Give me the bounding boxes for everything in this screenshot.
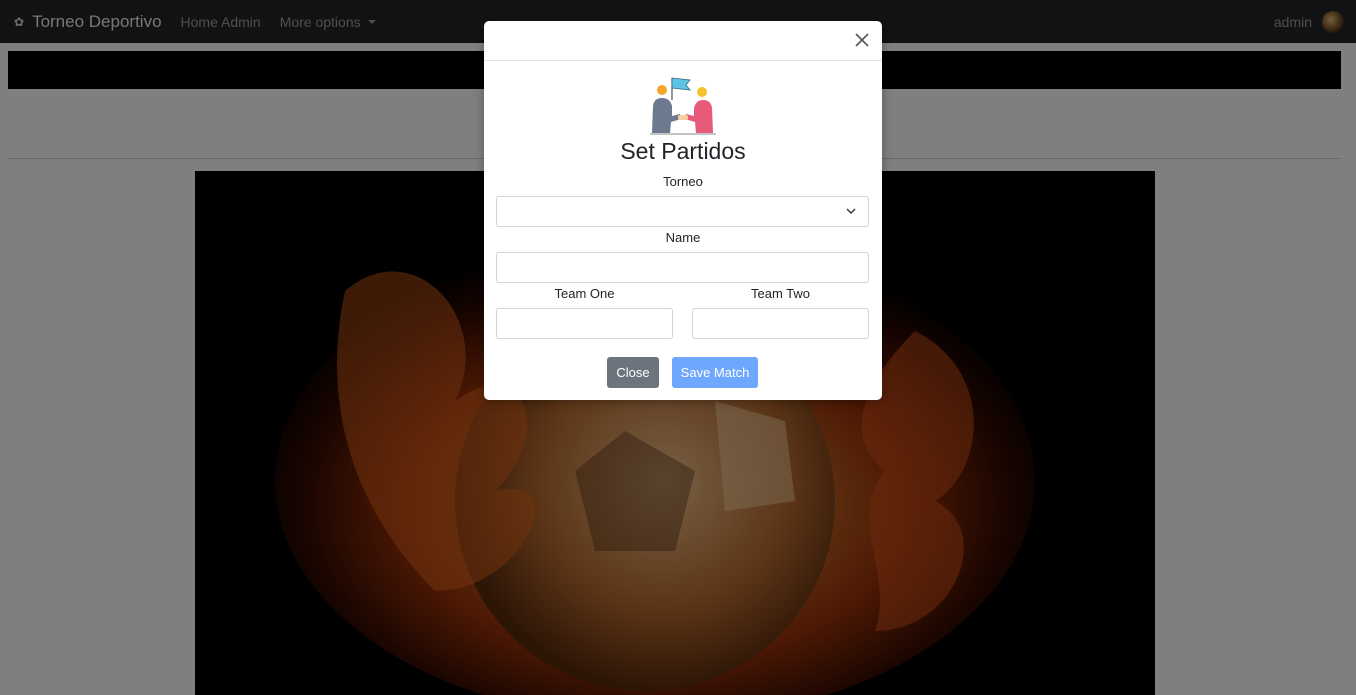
torneo-label: Torneo bbox=[663, 174, 703, 189]
name-label: Name bbox=[665, 230, 701, 245]
save-match-button[interactable]: Save Match bbox=[672, 357, 758, 388]
modal-title: Set Partidos bbox=[620, 138, 746, 164]
modal-header bbox=[484, 21, 882, 61]
modal-body: Set Partidos Torneo Name Team One Team T… bbox=[484, 61, 882, 400]
torneo-select[interactable] bbox=[496, 196, 869, 227]
team-one-label: Team One bbox=[554, 286, 615, 301]
team-two-label: Team Two bbox=[750, 286, 810, 301]
set-partidos-modal: Set Partidos Torneo Name Team One Team T… bbox=[484, 21, 882, 400]
team-two-input[interactable] bbox=[692, 308, 869, 339]
handshake-illustration bbox=[650, 77, 716, 135]
name-input[interactable] bbox=[496, 252, 869, 283]
close-icon[interactable] bbox=[855, 33, 869, 47]
team-one-input[interactable] bbox=[496, 308, 673, 339]
chevron-down-icon bbox=[846, 208, 856, 215]
close-button[interactable]: Close bbox=[607, 357, 659, 388]
